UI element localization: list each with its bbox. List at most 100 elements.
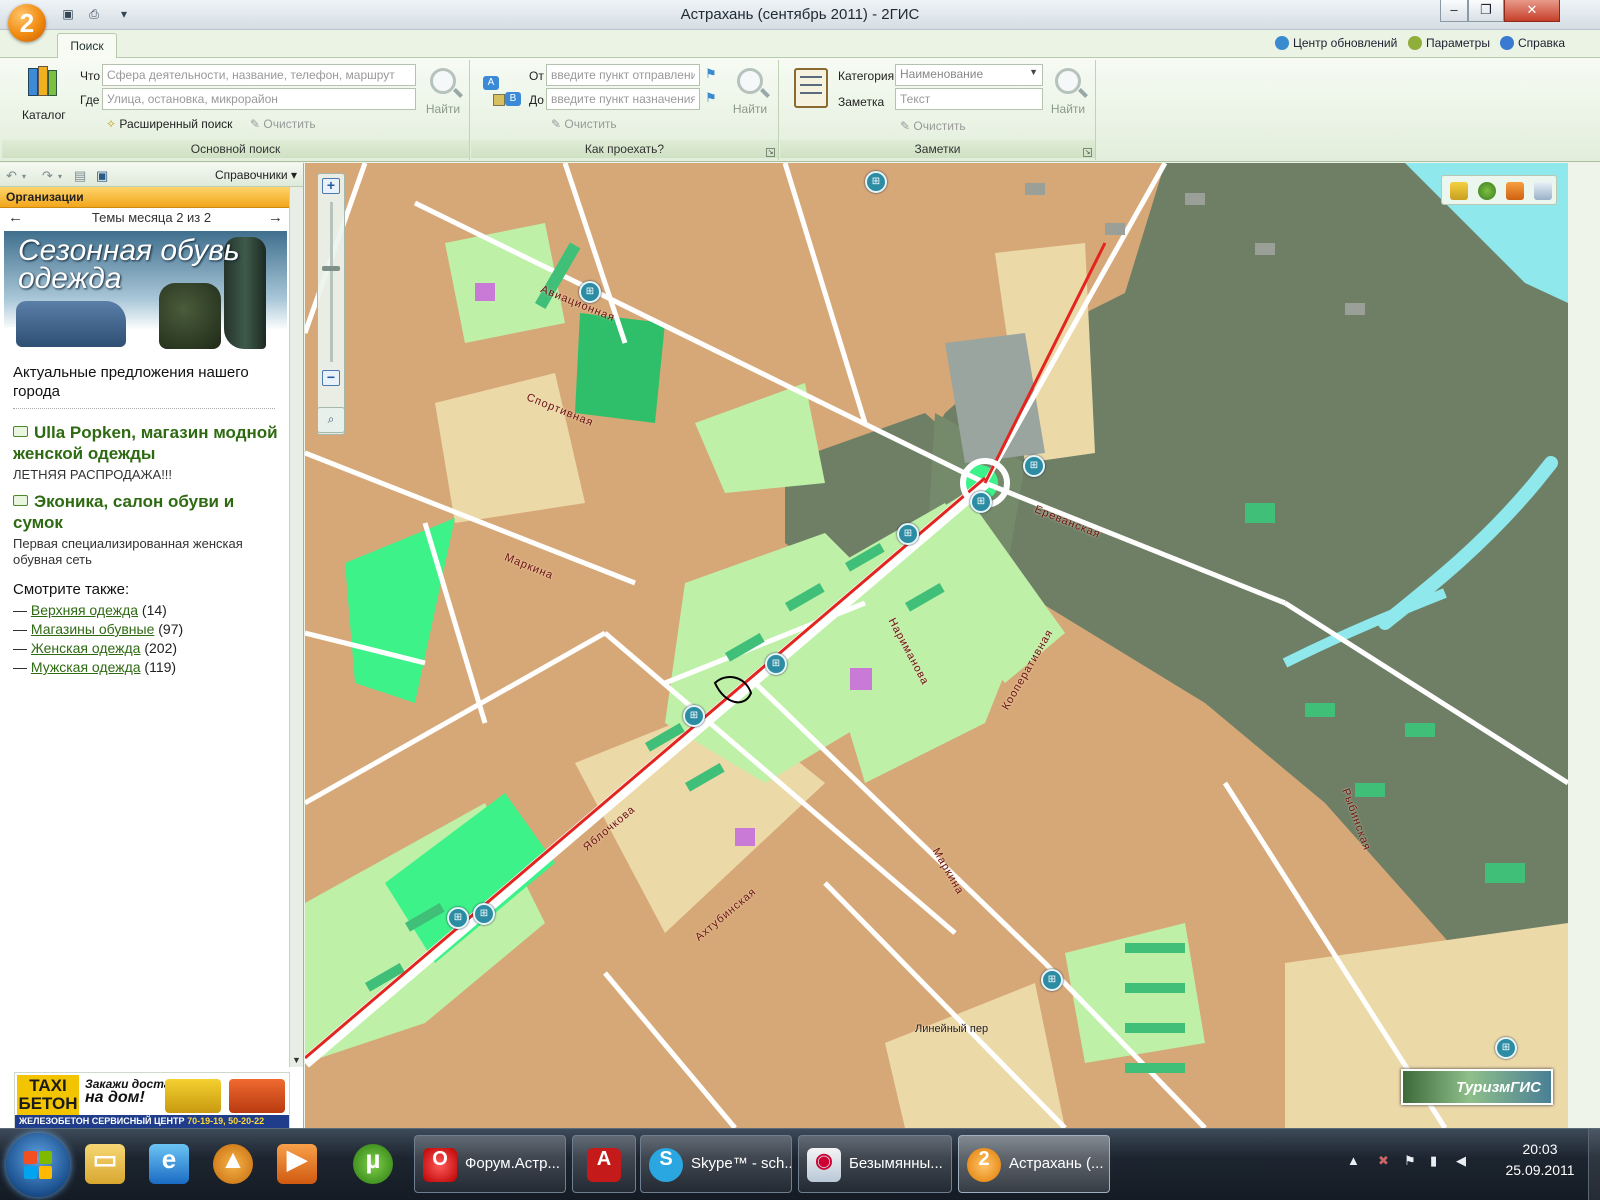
next-arrow-icon[interactable]: → [268,208,283,228]
bus-stop-icon[interactable]: ⊞ [865,171,887,193]
tourism-badge[interactable]: ТуризмГИС [1401,1069,1553,1105]
notes-icon[interactable] [794,68,828,108]
org-link-ekonika[interactable]: Эконика, салон обуви и сумок [13,491,283,533]
volume-icon[interactable]: ◀ [1456,1153,1466,1169]
category-link[interactable]: Женская одежда [31,640,141,656]
route-icon[interactable]: A B [483,72,523,112]
print-icon[interactable]: ▤ [74,168,86,184]
promo-banner[interactable]: Сезонная обувь одежда [4,231,287,355]
bus-stop-icon[interactable]: ⊞ [1495,1037,1517,1059]
panel-scrollbar[interactable]: ▼ [289,187,303,1067]
settings-link[interactable]: Параметры [1408,36,1490,50]
chevron-down-icon[interactable]: ▾ [22,172,26,181]
organizations-header[interactable]: Организации [0,187,303,208]
dialog-launcher-icon[interactable]: ↘ [1083,148,1092,157]
tray-expand-icon[interactable]: ▲ [1347,1153,1360,1168]
layout-icon[interactable]: ▣ [96,168,108,184]
power-icon[interactable]: ▮ [1430,1153,1437,1169]
task-pdf[interactable]: A [572,1135,636,1193]
ruler-icon[interactable] [1450,182,1468,200]
handbook-menu[interactable]: Справочники ▾ [215,168,297,182]
bus-stop-icon[interactable]: ⊞ [473,903,495,925]
route-to-input[interactable] [546,88,700,110]
update-center-link[interactable]: Центр обновлений [1275,36,1397,50]
see-also-heading: Смотрите также: [13,581,130,598]
task-opera[interactable]: O Форум.Астр... [414,1135,566,1193]
notes-find-button[interactable]: Найти [1047,68,1089,116]
bus-stop-icon[interactable]: ⊞ [1041,969,1063,991]
start-button[interactable] [6,1133,70,1197]
catalog-icon[interactable] [26,64,60,98]
skype-icon: S [649,1148,683,1182]
what-search-input[interactable] [102,64,416,86]
print-map-icon[interactable] [1534,182,1552,200]
utorrent-icon[interactable]: µ [344,1135,402,1193]
internet-explorer-icon[interactable]: e [140,1135,198,1193]
media-player-icon[interactable]: ▶ [268,1135,326,1193]
task-label: Skype™ - sch... [691,1155,792,1172]
ribbon: Каталог Что Где ✧ Расширенный поиск ✎ Оч… [0,58,1600,162]
chevron-down-icon[interactable]: ▾ [58,172,62,181]
scroll-down-icon[interactable]: ▼ [292,1055,301,1065]
explorer-icon[interactable]: ▭ [76,1135,134,1193]
note-text-input[interactable] [895,88,1043,110]
bus-stop-icon[interactable]: ⊞ [897,523,919,545]
forward-icon[interactable]: ↷ [42,168,53,184]
bus-stop-icon[interactable]: ⊞ [1023,455,1045,477]
bus-stop-icon[interactable]: ⊞ [970,491,992,513]
clear-notes[interactable]: ✎ Очистить [900,119,966,133]
org-link-ulla-popken[interactable]: Ulla Popken, магазин модной женской одеж… [13,422,283,464]
task-skype[interactable]: S Skype™ - sch... [640,1135,792,1193]
bus-stop-icon[interactable]: ⊞ [683,705,705,727]
maximize-button[interactable]: ❐ [1468,0,1504,22]
clear-route[interactable]: ✎ Очистить [551,117,617,131]
category-link[interactable]: Магазины обувные [31,621,154,637]
window-title: Астрахань (сентябрь 2011) - 2ГИС [680,6,920,23]
find-label: Найти [732,102,768,116]
minimize-button[interactable]: – [1440,0,1468,22]
close-button[interactable]: ✕ [1504,0,1560,22]
network-icon[interactable]: ✖ [1378,1153,1389,1169]
task-paint[interactable]: ◉ Безымянны... [798,1135,952,1193]
clear-main-search[interactable]: ✎ Очистить [250,117,316,131]
catalog-label[interactable]: Каталог [22,108,66,122]
bus-stop-icon[interactable]: ⊞ [765,653,787,675]
advanced-search-link[interactable]: ✧ Расширенный поиск [106,117,232,131]
route-find-button[interactable]: Найти [729,68,771,116]
map-view[interactable]: Авиационная Спортивная Маркина Ереванска… [305,163,1568,1128]
show-desktop-button[interactable] [1588,1129,1600,1200]
tab-search[interactable]: Поиск [57,33,117,59]
zoom-in-button[interactable]: + [322,178,340,194]
zoom-track[interactable] [330,202,333,362]
flag-icon[interactable]: ⚑ [1404,1153,1416,1169]
dialog-launcher-icon[interactable]: ↘ [766,148,775,157]
main-find-button[interactable]: Найти [422,68,464,116]
ad-banner[interactable]: TAXI БЕТОН Закажи доставку на дом! ЖЕЛЕЗ… [14,1072,290,1129]
app-menu-button[interactable]: 2 [8,4,46,42]
where-search-input[interactable] [102,88,416,110]
zoom-out-button[interactable]: − [322,370,340,386]
prev-arrow-icon[interactable]: ← [8,208,23,228]
dump-truck-image [229,1079,285,1113]
help-link[interactable]: Справка [1500,36,1565,50]
pin-icon[interactable]: ⚑ [705,90,717,106]
back-icon[interactable]: ↶ [6,168,17,184]
map-canvas[interactable] [305,163,1568,1128]
bus-stop-icon[interactable]: ⊞ [579,281,601,303]
zoom-area-button[interactable]: ⌕ [317,407,345,433]
markers-icon[interactable] [1506,182,1524,200]
clear-label: Очистить [263,117,316,131]
notes-group-label: Заметки [780,140,1095,158]
clock[interactable]: 20:03 25.09.2011 [1500,1139,1580,1181]
zoom-slider-thumb[interactable] [322,266,340,271]
bus-stop-icon[interactable]: ⊞ [447,907,469,929]
pin-icon[interactable]: ⚑ [705,66,717,82]
category-link[interactable]: Мужская одежда [31,659,141,675]
aimp-icon[interactable]: ▲ [204,1135,262,1193]
category-link[interactable]: Верхняя одежда [31,602,138,618]
org-name: Эконика, салон обуви и сумок [13,492,235,532]
task-2gis[interactable]: 2 Астрахань (... [958,1135,1110,1193]
layers-icon[interactable] [1478,182,1496,200]
route-from-input[interactable] [546,64,700,86]
category-select[interactable]: Наименование ▼ [895,64,1043,86]
